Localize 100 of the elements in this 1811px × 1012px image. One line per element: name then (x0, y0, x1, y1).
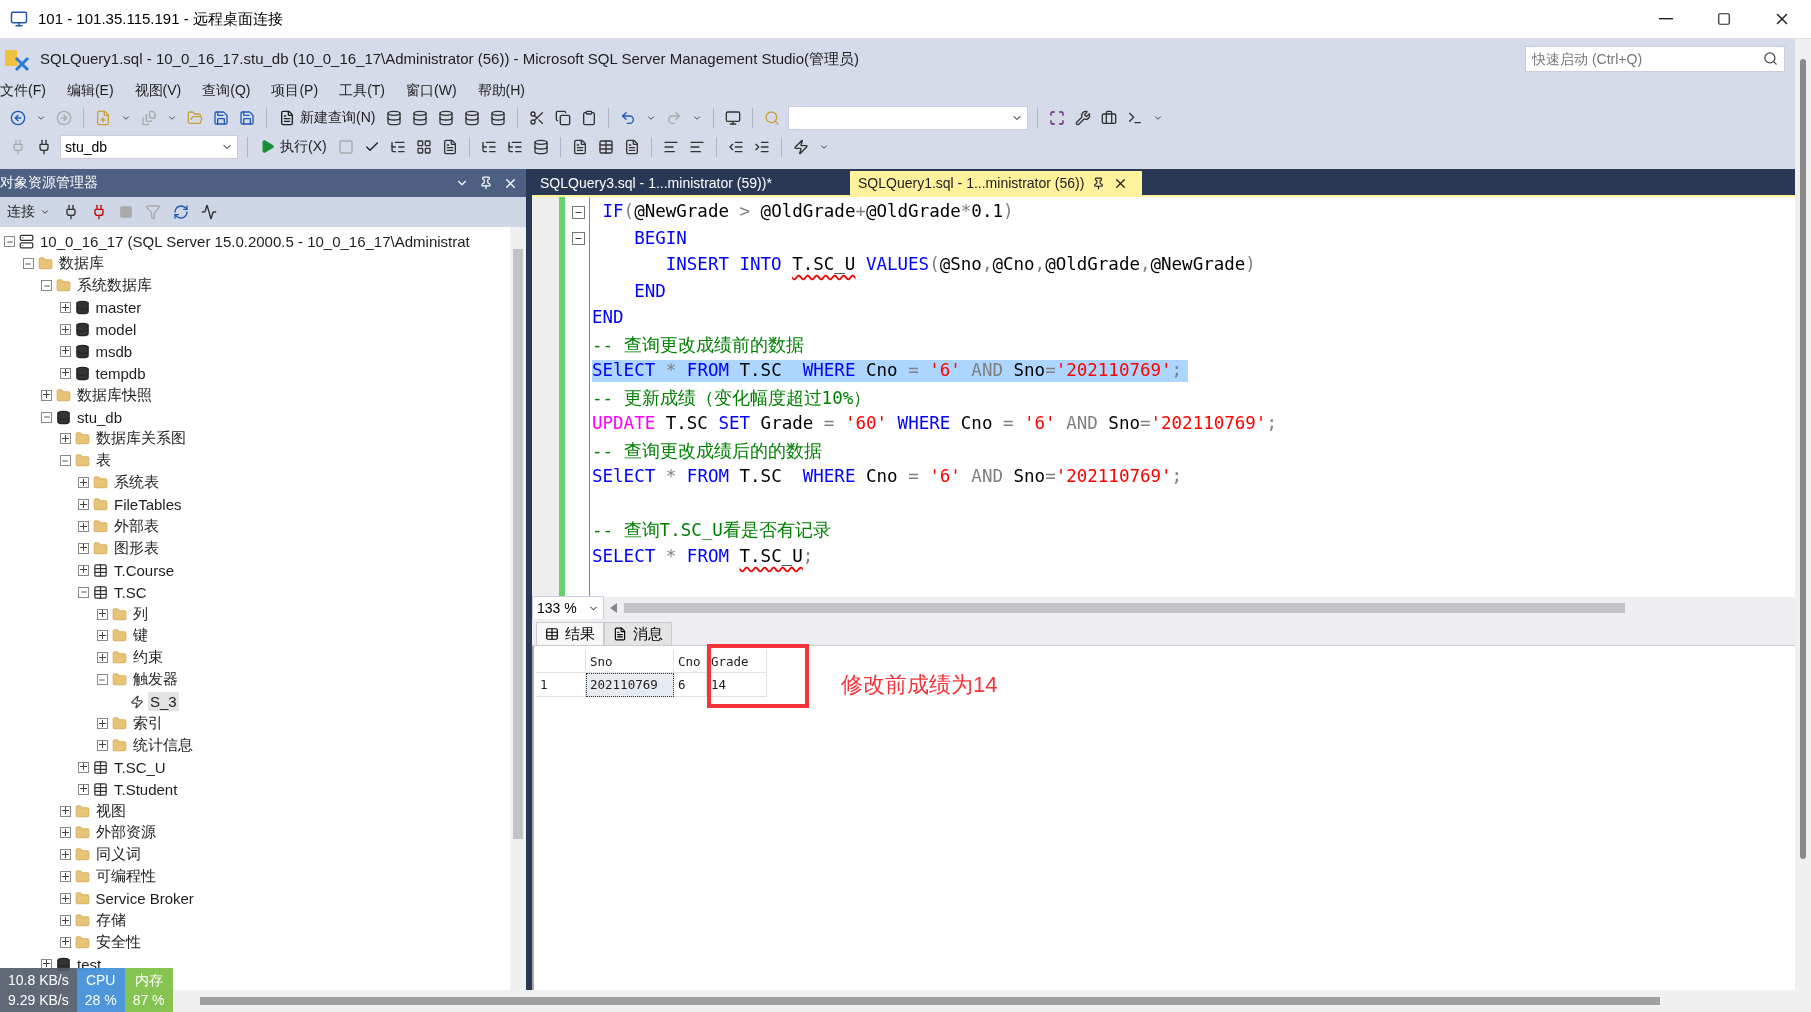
expand-icon[interactable] (59, 893, 71, 905)
database-icon (74, 322, 90, 337)
play-icon (260, 139, 275, 154)
tree-item[interactable]: 10_0_16_17 (SQL Server 15.0.2000.5 - 10_0_16_17\Administrat (38, 232, 472, 252)
menu-item[interactable]: 文件(F) (0, 82, 57, 100)
expand-icon[interactable] (78, 542, 89, 554)
expand-icon[interactable] (59, 367, 71, 379)
tree-item[interactable]: master (93, 298, 144, 318)
expand-icon[interactable] (59, 805, 71, 817)
tree-item[interactable]: 列 (130, 603, 150, 625)
refresh-icon[interactable] (171, 202, 191, 222)
tree-item[interactable]: Service Broker (93, 889, 196, 909)
tree-item[interactable]: 同义词 (93, 844, 143, 866)
scrollbar-thumb[interactable] (513, 249, 523, 839)
tree-item[interactable]: tempdb (93, 363, 148, 383)
menu-item[interactable]: 编辑(E) (66, 82, 125, 100)
database-dropdown[interactable]: stu_db (60, 134, 238, 159)
table-cell[interactable]: 202110769 (586, 673, 674, 697)
menu-item[interactable]: 帮助(H) (477, 82, 536, 100)
tree-item[interactable]: 索引 (130, 713, 165, 735)
expand-icon[interactable] (96, 739, 108, 751)
expand-icon[interactable] (59, 936, 71, 948)
folder-icon (74, 825, 90, 841)
expand-icon[interactable] (78, 521, 89, 532)
table-cell[interactable]: 6 (674, 673, 707, 697)
document-tab[interactable]: SQLQuery3.sql - 1...ministrator (59))* (532, 171, 848, 195)
minimize-icon (1659, 18, 1673, 20)
tree-item[interactable]: 系统表 (112, 472, 161, 494)
tree-item[interactable]: 系统数据库 (75, 275, 154, 297)
tree-item[interactable]: 数据库快照 (75, 384, 154, 406)
cpu-usage: 28 % (84, 991, 117, 1010)
expand-icon[interactable] (59, 433, 71, 445)
menu-item[interactable]: 窗口(W) (406, 82, 468, 100)
tree-item[interactable]: T.SC_U (112, 757, 168, 777)
memory-usage: 87 % (132, 991, 165, 1010)
execute-button[interactable]: 执行(X) (257, 137, 330, 156)
tree-item[interactable]: 数据库 (56, 253, 106, 275)
tree-item[interactable]: 外部资源 (93, 822, 158, 844)
folder-icon (111, 737, 127, 753)
new-query-button[interactable]: 新建查询(N) (276, 108, 379, 127)
expand-icon[interactable] (96, 718, 108, 730)
tree-item[interactable]: 存储 (93, 910, 128, 932)
tree-item[interactable]: 可编程性 (93, 866, 158, 888)
results-tab[interactable]: 结果 (536, 622, 604, 645)
quick-launch-field[interactable]: 快速启动 (Ctrl+Q) (1525, 46, 1785, 72)
tree-item[interactable]: T.SC (112, 582, 149, 602)
expand-icon[interactable] (78, 783, 89, 795)
code-line: END (592, 307, 624, 330)
tree-item[interactable]: 视图 (93, 800, 128, 822)
collapse-icon[interactable] (572, 205, 585, 219)
menu-item[interactable]: 视图(V) (134, 82, 193, 100)
tree-item[interactable]: 统计信息 (130, 734, 195, 756)
pin-icon[interactable] (1092, 176, 1106, 190)
expand-icon[interactable] (59, 345, 71, 357)
expand-icon[interactable] (78, 477, 89, 489)
expand-icon[interactable] (59, 915, 71, 927)
code-line: SELECT * FROM T.SC_U; (592, 545, 814, 568)
tree-item[interactable]: T.Course (112, 560, 177, 580)
expand-icon[interactable] (59, 302, 71, 314)
app-title: SQLQuery1.sql - 10_0_16_17.stu_db (10_0_16_17\Administrator (56)) - Microsoft SQL Server Management Studio(管理员) (40, 49, 860, 69)
tree-item[interactable]: 图形表 (112, 537, 161, 559)
tree-item[interactable]: 安全性 (93, 931, 143, 953)
expand-icon[interactable] (59, 849, 71, 861)
tree-item[interactable]: model (93, 320, 139, 339)
tree-item[interactable]: 外部表 (112, 516, 161, 537)
code-line: UPDATE T.SC SET Grade = '60' WHERE Cno = '6' AND Sno='202110769'; (592, 413, 1277, 436)
menu-item[interactable]: 项目(P) (271, 82, 330, 100)
scroll-left-icon[interactable] (610, 603, 618, 613)
scrollbar-thumb[interactable] (624, 603, 1625, 613)
scrollbar-thumb[interactable] (200, 997, 1660, 1005)
tree-item[interactable]: msdb (93, 341, 135, 361)
tree-item[interactable]: 约束 (130, 647, 165, 669)
zoom-dropdown[interactable]: 133 % (532, 596, 604, 620)
tree-item[interactable]: S_3 (148, 692, 179, 712)
expand-icon[interactable] (96, 608, 108, 620)
activity-icon[interactable] (199, 202, 219, 222)
tree-item[interactable]: 数据库关系图 (93, 428, 188, 450)
collapse-icon[interactable] (572, 232, 585, 246)
menu-item[interactable]: 工具(T) (339, 82, 396, 100)
menu-item[interactable]: 查询(Q) (202, 82, 262, 100)
tree-item[interactable]: 表 (93, 450, 113, 472)
results-tab[interactable]: 消息 (604, 622, 672, 645)
expand-icon[interactable] (59, 324, 71, 335)
expand-icon[interactable] (78, 761, 89, 773)
connect-button[interactable]: 连接 (4, 203, 53, 221)
expand-icon[interactable] (96, 652, 108, 664)
expand-icon[interactable] (59, 827, 71, 839)
expand-icon[interactable] (41, 389, 52, 401)
document-tab[interactable]: SQLQuery1.sql - 1...ministrator (56)) (850, 171, 1142, 195)
tree-item[interactable]: T.Student (112, 779, 180, 799)
tree-item[interactable]: 触发器 (130, 669, 180, 691)
tree-item[interactable]: stu_db (75, 407, 125, 427)
expand-icon[interactable] (96, 630, 108, 642)
expand-icon[interactable] (78, 499, 89, 511)
expand-icon[interactable] (78, 564, 89, 576)
scrollbar-thumb[interactable] (1800, 59, 1806, 859)
tree-item[interactable]: FileTables (112, 495, 184, 515)
tree-item[interactable]: 键 (130, 625, 150, 647)
maximize-icon (1717, 12, 1731, 26)
expand-icon[interactable] (59, 871, 71, 883)
